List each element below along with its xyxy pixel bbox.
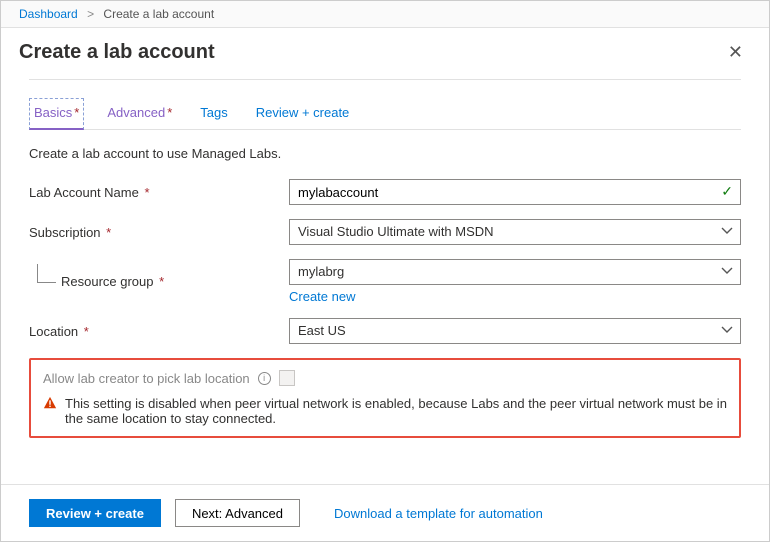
lab-account-name-label-text: Lab Account Name xyxy=(29,185,139,200)
resource-group-label-text: Resource group xyxy=(61,274,154,289)
footer: Review + create Next: Advanced Download … xyxy=(1,484,769,541)
intro-text: Create a lab account to use Managed Labs… xyxy=(29,146,741,161)
location-label-text: Location xyxy=(29,324,78,339)
location-label: Location * xyxy=(29,324,289,339)
disabled-setting-highlight: Allow lab creator to pick lab location i… xyxy=(29,358,741,438)
pick-location-label: Allow lab creator to pick lab location xyxy=(43,371,250,386)
breadcrumb-current: Create a lab account xyxy=(103,7,214,21)
subscription-label-text: Subscription xyxy=(29,225,101,240)
location-select[interactable]: East US xyxy=(289,318,741,344)
tab-advanced-label: Advanced xyxy=(107,105,165,120)
warning-icon xyxy=(43,396,57,426)
pick-location-checkbox xyxy=(279,370,295,386)
resource-group-label: Resource group * xyxy=(29,274,289,289)
resource-group-select[interactable]: mylabrg xyxy=(289,259,741,285)
required-asterisk: * xyxy=(144,185,149,200)
subscription-label: Subscription * xyxy=(29,225,289,240)
tab-basics[interactable]: Basics* xyxy=(29,98,84,130)
tab-review[interactable]: Review + create xyxy=(251,98,355,129)
tab-tags[interactable]: Tags xyxy=(195,98,232,129)
required-asterisk: * xyxy=(159,274,164,289)
close-button[interactable]: ✕ xyxy=(720,38,751,67)
valid-check-icon: ✓ xyxy=(721,183,733,200)
tab-advanced[interactable]: Advanced* xyxy=(102,98,177,129)
breadcrumb-dashboard[interactable]: Dashboard xyxy=(19,7,78,21)
required-asterisk: * xyxy=(167,105,172,120)
required-asterisk: * xyxy=(106,225,111,240)
next-advanced-button[interactable]: Next: Advanced xyxy=(175,499,300,527)
tabs: Basics* Advanced* Tags Review + create xyxy=(29,98,741,130)
review-create-button[interactable]: Review + create xyxy=(29,499,161,527)
tab-basics-label: Basics xyxy=(34,105,72,120)
create-new-link[interactable]: Create new xyxy=(289,289,355,304)
page-title: Create a lab account xyxy=(19,41,215,64)
breadcrumb: Dashboard > Create a lab account xyxy=(1,1,769,28)
required-asterisk: * xyxy=(84,324,89,339)
divider xyxy=(29,79,741,80)
download-template-link[interactable]: Download a template for automation xyxy=(334,506,543,521)
lab-account-name-label: Lab Account Name * xyxy=(29,185,289,200)
warning-text: This setting is disabled when peer virtu… xyxy=(65,396,727,426)
info-icon[interactable]: i xyxy=(258,372,271,385)
lab-account-name-input[interactable] xyxy=(289,179,741,205)
subscription-select[interactable]: Visual Studio Ultimate with MSDN xyxy=(289,219,741,245)
breadcrumb-separator: > xyxy=(87,7,94,21)
required-asterisk: * xyxy=(74,105,79,120)
